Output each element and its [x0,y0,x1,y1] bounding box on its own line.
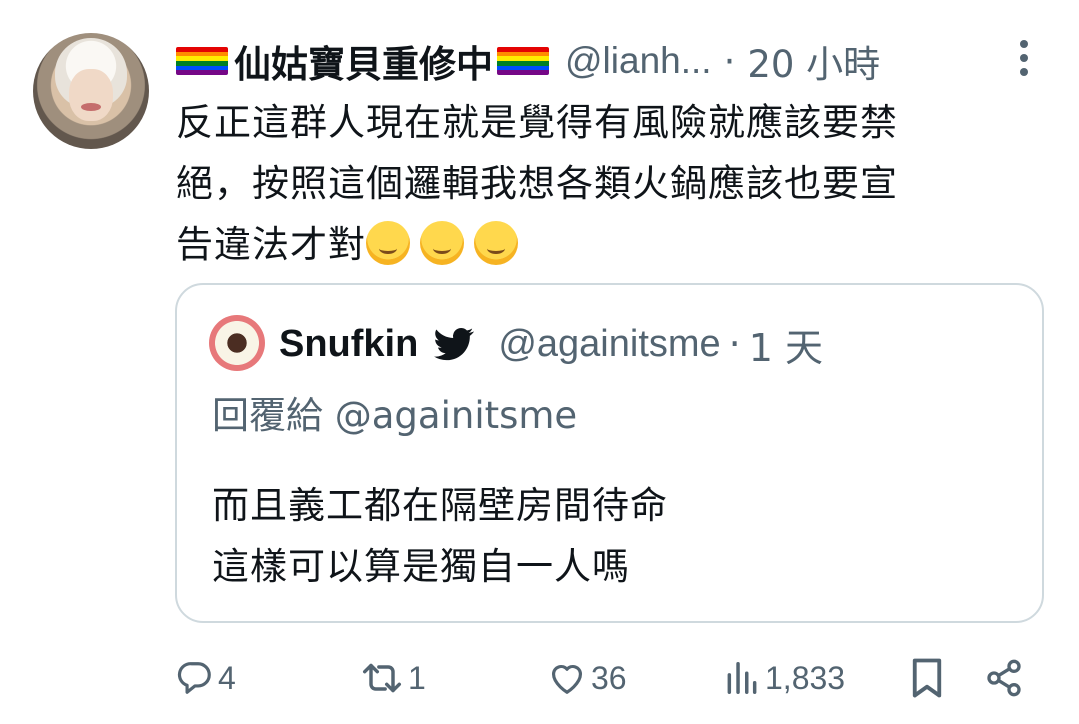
quoted-tweet[interactable]: Snufkin @againitsme · 1 天 回覆給 @againitsm… [175,283,1044,623]
quote-text: 而且義工都在隔壁房間待命 這樣可以算是獨自一人嗎 [212,475,992,597]
rainbow-flag-icon [176,47,228,75]
quote-text-line: 這樣可以算是獨自一人嗎 [212,545,630,588]
tweet-text-line: 絕，按照這個邏輯我想各類火鍋應該也要宣 [176,162,898,205]
retweet-count: 1 [408,659,426,696]
bookmark-button[interactable] [909,650,945,706]
quote-text-line: 而且義工都在隔壁房間待命 [212,484,668,527]
quote-author-avatar[interactable] [209,315,265,371]
quote-timestamp[interactable]: 1 天 [749,317,823,372]
rainbow-flag-icon [497,47,549,75]
share-icon [987,659,1021,697]
like-count: 36 [591,659,627,696]
tweet-header: 仙姑寶貝重修中 @lianh... · 20 小時 [176,36,1036,86]
author-handle[interactable]: @lianh... [565,40,712,82]
bookmark-icon [912,658,942,698]
author-avatar[interactable] [33,33,149,149]
tweet-timestamp[interactable]: 20 小時 [747,34,880,88]
heart-icon [551,664,583,694]
separator-dot: · [723,39,736,83]
separator-dot: · [728,322,741,366]
reply-to-label: 回覆給 @againitsme [212,394,578,437]
retweet-icon [362,663,402,693]
retweet-button[interactable]: 1 [360,650,426,706]
view-count: 1,833 [765,659,846,696]
quote-author-name[interactable]: Snufkin [279,323,418,366]
quote-header: Snufkin @againitsme · 1 天 [279,317,823,371]
hugging-face-icon [420,221,464,265]
author-name[interactable]: 仙姑寶貝重修中 [234,34,493,88]
tweet-text: 反正這群人現在就是覺得有風險就應該要禁 絕，按照這個邏輯我想各類火鍋應該也要宣 … [176,92,1021,275]
reply-count: 4 [218,659,236,696]
tweet-text-line: 反正這群人現在就是覺得有風險就應該要禁 [176,101,898,144]
reply-button[interactable]: 4 [176,650,236,706]
bar-chart-icon [727,662,757,694]
hugging-face-icon [474,221,518,265]
quote-author-handle[interactable]: @againitsme [498,323,720,366]
more-options-icon[interactable] [1014,40,1034,76]
tweet-text-line: 告違法才對 [176,223,366,266]
twitter-bird-icon [434,328,475,361]
like-button[interactable]: 36 [547,650,627,706]
share-button[interactable] [984,650,1024,706]
views-button[interactable]: 1,833 [723,650,845,706]
action-bar: 4 1 36 1,833 [176,650,1036,706]
reply-icon [177,662,211,694]
hugging-face-icon [366,221,410,265]
